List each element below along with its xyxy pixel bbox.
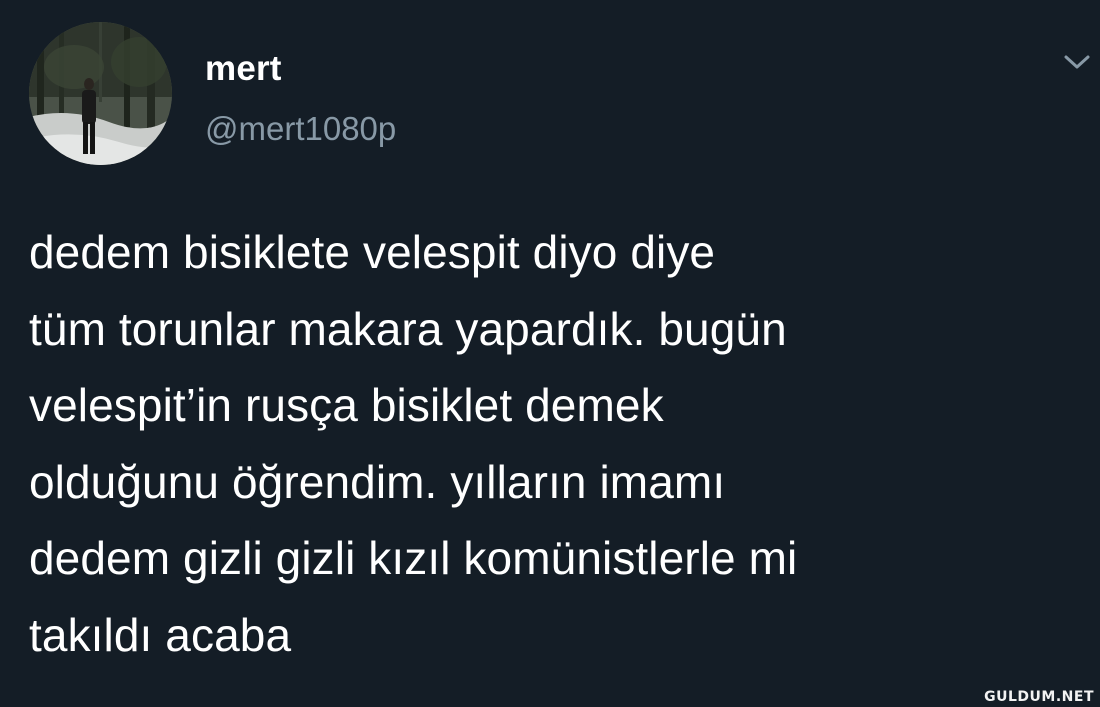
tweet-text-line: dedem bisiklete velespit diyo diye xyxy=(29,226,716,278)
author-handle[interactable]: @mert1080p xyxy=(205,109,396,149)
tweet-text-line: dedem gizli gizli kızıl komünistlerle mi xyxy=(29,532,798,584)
tweet-text-line: olduğunu öğrendim. yılların imamı xyxy=(29,455,726,508)
author-display-name[interactable]: mert xyxy=(205,49,282,89)
avatar[interactable] xyxy=(29,22,172,165)
tweet-text-line: velespit’in rusça bisiklet demek xyxy=(29,379,664,431)
watermark: GULDUM.NET xyxy=(984,689,1094,705)
tweet-text-line: tüm torunlar makara yapardık. bugün xyxy=(29,302,787,355)
tweet-text-line: takıldı acaba xyxy=(29,608,292,661)
tweet-card: mert @mert1080p dedem bisiklete velespit… xyxy=(0,0,1100,707)
profile-photo-icon xyxy=(29,22,172,165)
tweet-text: dedem bisiklete velespit diyo diye tüm t… xyxy=(29,214,1079,673)
chevron-down-icon[interactable] xyxy=(1060,52,1094,72)
